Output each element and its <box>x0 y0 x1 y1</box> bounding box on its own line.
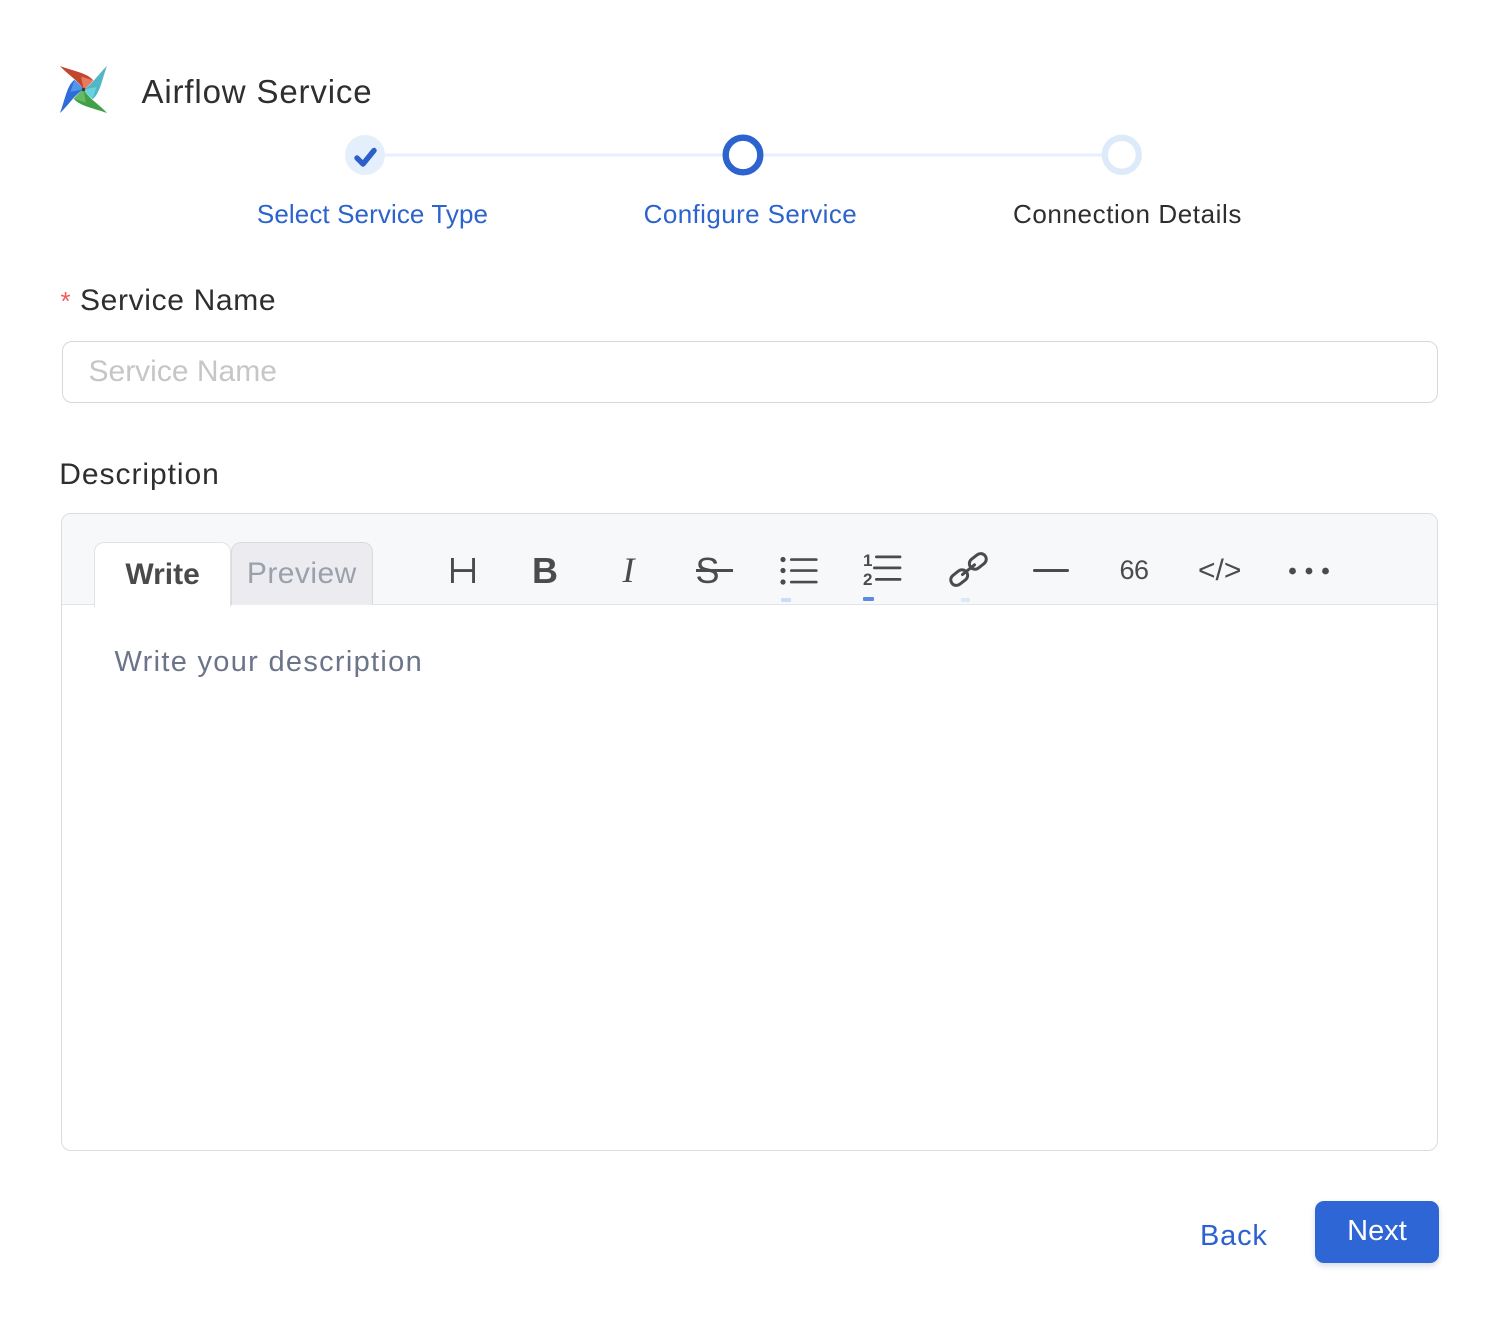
svg-text:1: 1 <box>863 552 872 570</box>
svg-text:2: 2 <box>863 570 872 586</box>
